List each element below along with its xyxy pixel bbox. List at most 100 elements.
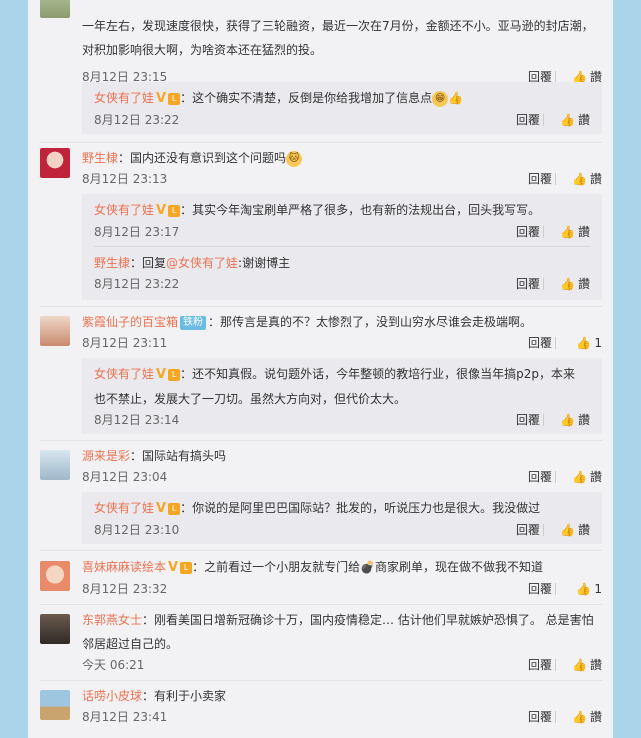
reply-text: 女侠有了娃 V L ：你说的是阿里巴巴国际站？批发的，听说压力也是很大。我没做过 <box>94 496 590 521</box>
comment-time: 8月12日 23:41 <box>82 710 168 724</box>
divider <box>40 604 602 605</box>
reply-button[interactable]: 回覆 <box>528 580 552 598</box>
like-button[interactable]: 👍 讚 <box>550 111 590 129</box>
reply-button[interactable]: 回覆 <box>516 275 540 293</box>
like-button[interactable]: 👍 讚 <box>562 656 602 674</box>
reply-button[interactable]: 回覆 <box>528 170 552 188</box>
reply-button[interactable]: 回覆 <box>516 223 540 241</box>
bomb-emoji-icon: 💣 <box>360 560 376 574</box>
thumb-up-icon: 👍 <box>560 225 575 239</box>
level-badge-icon: L <box>168 502 181 515</box>
like-button[interactable]: 👍 讚 <box>562 708 602 726</box>
reply-text: 野生棣：回复@女侠有了娃:谢谢博主 <box>94 256 291 270</box>
reply-button[interactable]: 回覆 <box>516 411 540 429</box>
reply-button[interactable]: 回覆 <box>528 656 552 674</box>
comment-username[interactable]: 喜妹麻麻读绘本 <box>82 560 166 574</box>
level-badge-icon: L <box>180 561 193 574</box>
like-button[interactable]: 👍 讚 <box>550 521 590 539</box>
like-button[interactable]: 👍 讚 <box>550 223 590 241</box>
thumb-up-icon: 👍 <box>572 658 587 672</box>
reply-time: 8月12日 23:14 <box>94 413 180 427</box>
comment-text: 话唠小皮球：有利于小卖家 <box>82 689 227 703</box>
comment-text <box>82 0 602 14</box>
reply-username[interactable]: 女侠有了娃 <box>94 203 154 217</box>
comment-text: 邻居超过自己的。 <box>82 637 179 651</box>
thumb-up-icon: 👍 <box>572 470 587 484</box>
reply-text: 也不禁止，发展大了一刀切。虽然大方向对，但代价太大。 <box>94 392 407 406</box>
comment-panel: 一年左右，发现速度很快，获得了三轮融资，最近一次在7月份，金额还不小。亚马逊的封… <box>28 0 613 738</box>
comment-text: 紫霞仙子的百宝箱 铁粉 ：那传言是真的不？太惨烈了，没到山穷水尽谁会走极端啊。 <box>82 315 533 330</box>
reply-username[interactable]: 女侠有了娃 <box>94 501 154 515</box>
reply-text: 女侠有了娃 V L ：这个确实不清楚，反倒是你给我增加了信息点 😁 👍 <box>94 86 590 111</box>
reply-box: 女侠有了娃 V L ：还不知真假。说句题外话，今年整顿的教培行业，很像当年搞p2p，本… <box>82 358 602 434</box>
like-button[interactable]: 👍 讚 <box>562 170 602 188</box>
reply-username[interactable]: 女侠有了娃 <box>94 367 154 381</box>
like-button[interactable]: 👍 1 <box>562 334 602 352</box>
reply-box: 女侠有了娃 V L ：其实今年淘宝刷单严格了很多，也有新的法规出台，回头我写写。 8月… <box>82 194 602 300</box>
avatar[interactable] <box>40 0 70 18</box>
divider <box>40 142 602 143</box>
comment-text: 野生棣：国内还没有意识到这个问题吗 🐱 <box>82 146 602 170</box>
reply-button[interactable]: 回覆 <box>528 468 552 486</box>
comment-username[interactable]: 野生棣 <box>82 151 118 165</box>
level-badge-icon: L <box>168 92 181 105</box>
comment-username[interactable]: 源来是彩 <box>82 449 130 463</box>
avatar[interactable] <box>40 148 70 178</box>
avatar[interactable] <box>40 614 70 644</box>
thumbs-up-emoji-icon: 👍 <box>448 91 464 105</box>
level-badge-icon: L <box>168 368 181 381</box>
comment-username[interactable]: 话唠小皮球 <box>82 689 142 703</box>
comment-text: 一年左右，发现速度很快，获得了三轮融资，最近一次在7月份，金额还不小。亚马逊的封… <box>82 19 594 33</box>
reply-button[interactable]: 回覆 <box>516 521 540 539</box>
reply-box: 女侠有了娃 V L ：这个确实不清楚，反倒是你给我增加了信息点 😁 👍 8月12日 23:… <box>82 82 602 134</box>
comment-text: 喜妹麻麻读绘本 V L ：之前看过一个小朋友就专门给💣商家刷单，现在做不做我不知道 <box>82 555 602 580</box>
reply-username[interactable]: 女侠有了娃 <box>94 91 154 105</box>
thumb-up-icon: 👍 <box>572 710 587 724</box>
thumb-up-icon: 👍 <box>572 172 587 186</box>
vip-v-icon: V <box>156 203 167 218</box>
thumb-up-icon: 👍 <box>560 413 575 427</box>
reply-time: 8月12日 23:22 <box>94 113 180 127</box>
cat-emoji-icon: 🐱 <box>286 150 303 167</box>
level-badge-icon: L <box>168 204 181 217</box>
divider <box>40 306 602 307</box>
comment-username[interactable]: 东郭燕女士 <box>82 613 142 627</box>
like-button[interactable]: 👍 讚 <box>550 411 590 429</box>
mention-link[interactable]: @女侠有了娃 <box>166 256 238 270</box>
avatar[interactable] <box>40 316 70 346</box>
comment-time: 8月12日 23:32 <box>82 582 168 596</box>
comment-time: 8月12日 23:04 <box>82 470 168 484</box>
grin-emoji-icon: 😁 <box>432 90 449 107</box>
reply-box: 女侠有了娃 V L ：你说的是阿里巴巴国际站？批发的，听说压力也是很大。我没做过 8月… <box>82 492 602 544</box>
comment-text: 源来是彩：国际站有搞头吗 <box>82 449 227 463</box>
reply-button[interactable]: 回覆 <box>528 334 552 352</box>
comment-time: 今天 06:21 <box>82 658 145 672</box>
vip-v-icon: V <box>156 501 167 516</box>
thumb-up-icon: 👍 <box>576 582 592 596</box>
thumb-up-icon: 👍 <box>560 523 575 537</box>
reply-username[interactable]: 野生棣 <box>94 256 130 270</box>
comment-username[interactable]: 紫霞仙子的百宝箱 <box>82 315 178 329</box>
comment-time: 8月12日 23:11 <box>82 336 168 350</box>
divider <box>40 550 602 551</box>
avatar[interactable] <box>40 450 70 480</box>
like-button[interactable]: 👍 1 <box>562 580 602 598</box>
reply-button[interactable]: 回覆 <box>528 708 552 726</box>
like-button[interactable]: 👍 讚 <box>562 468 602 486</box>
reply-text: 女侠有了娃 V L ：还不知真假。说句题外话，今年整顿的教培行业，很像当年搞p2p，本… <box>94 362 590 387</box>
avatar[interactable] <box>40 690 70 720</box>
thumb-up-icon: 👍 <box>560 277 575 291</box>
reply-text: 女侠有了娃 V L ：其实今年淘宝刷单严格了很多，也有新的法规出台，回头我写写。 <box>94 198 590 223</box>
thumb-up-icon: 👍 <box>560 113 575 127</box>
fan-badge: 铁粉 <box>180 315 207 330</box>
thumb-up-icon: 👍 <box>576 336 592 350</box>
divider <box>40 680 602 681</box>
divider <box>40 440 602 441</box>
vip-v-icon: V <box>168 560 179 575</box>
reply-time: 8月12日 23:10 <box>94 523 180 537</box>
like-button[interactable]: 👍 讚 <box>550 275 590 293</box>
reply-time: 8月12日 23:22 <box>94 277 180 291</box>
reply-button[interactable]: 回覆 <box>516 111 540 129</box>
avatar[interactable] <box>40 561 70 591</box>
comment-text: 对积加影响很大啊，为啥资本还在猛烈的投。 <box>82 43 323 57</box>
